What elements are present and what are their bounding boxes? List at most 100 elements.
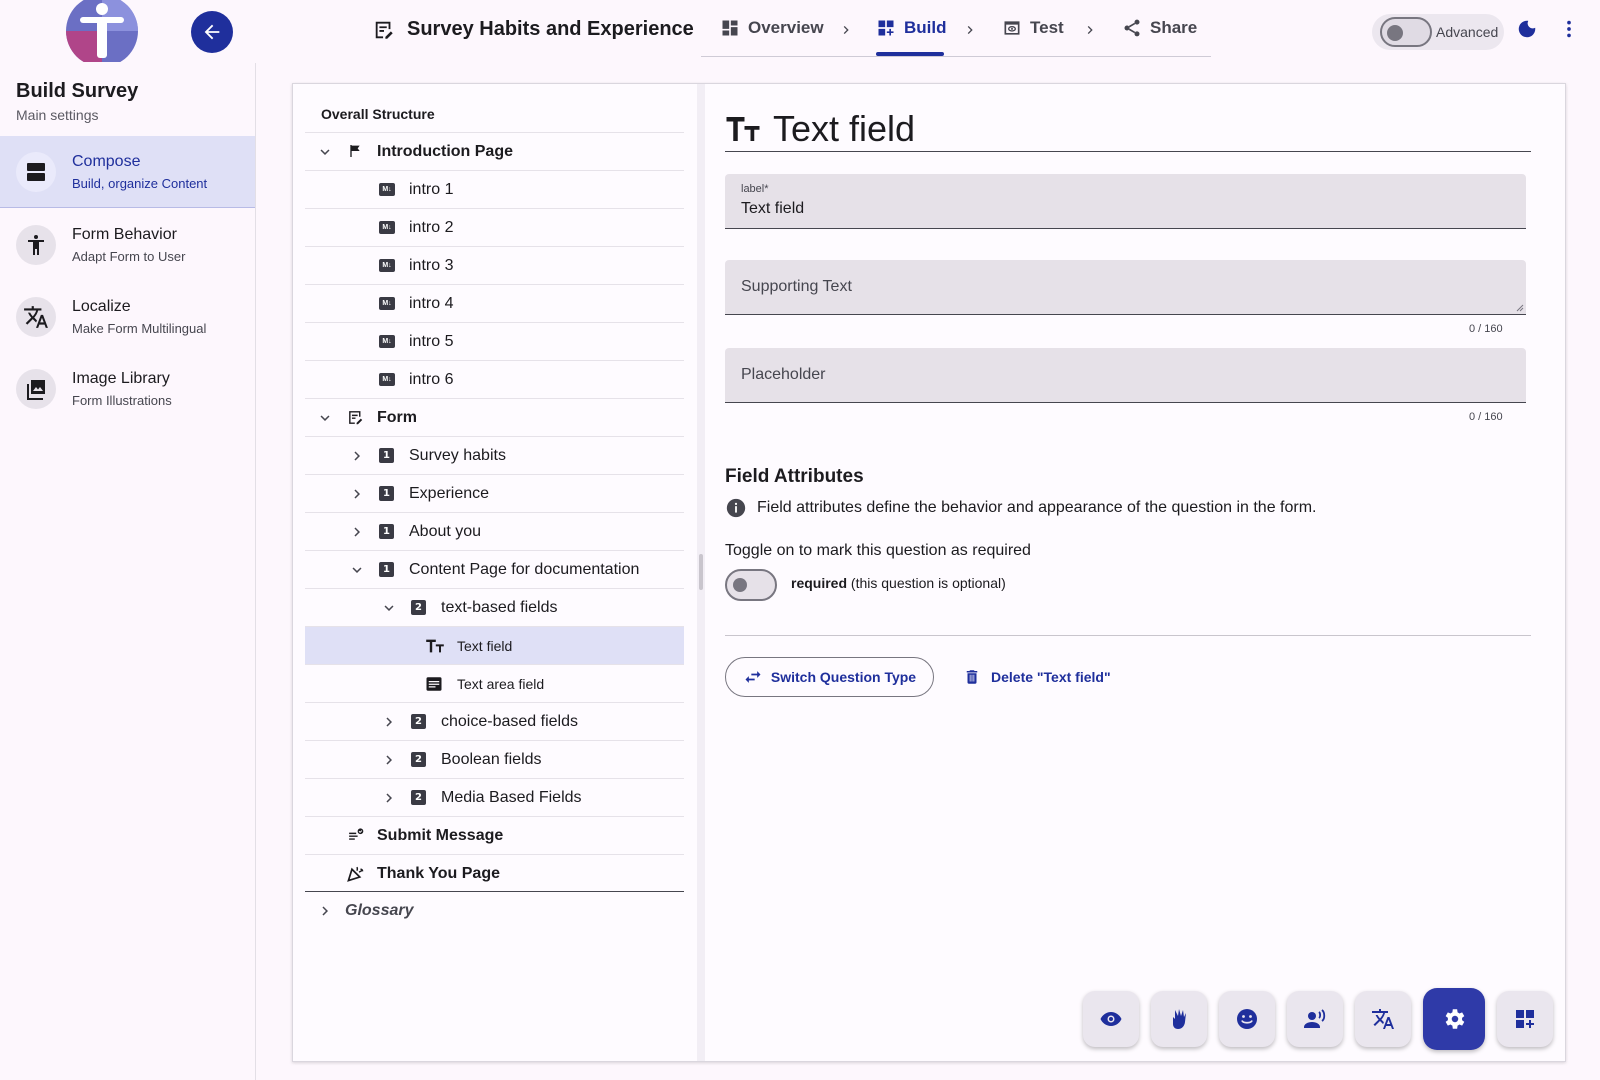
more-vert-icon <box>1561 18 1577 40</box>
placeholder-field-placeholder: Placeholder <box>741 366 826 383</box>
section-number-icon: 2 <box>411 600 426 615</box>
tree-item-about-you[interactable]: 1 About you <box>305 512 684 550</box>
chevron-right-icon <box>962 22 978 38</box>
tree-item-choice-based-fields[interactable]: 2 choice-based fields <box>305 702 684 740</box>
supporting-text-counter: 0 / 160 <box>1469 323 1503 335</box>
tree-item-intro-5[interactable]: M↓ intro 5 <box>305 322 684 360</box>
sidebar-header: Build Survey Main settings <box>16 80 138 123</box>
tree-item-glossary[interactable]: Glossary <box>305 892 684 930</box>
markdown-icon: M↓ <box>379 297 395 310</box>
survey-title-text: Survey Habits and Experience <box>407 18 694 40</box>
section-number-icon: 2 <box>411 752 426 767</box>
arrow-back-icon <box>201 21 223 43</box>
photo-library-icon <box>16 369 56 409</box>
emoji-button[interactable] <box>1219 991 1275 1047</box>
celebration-icon <box>347 865 364 882</box>
tree-item-text-area-field[interactable]: Text area field <box>305 664 684 702</box>
preview-toolbar <box>1083 988 1553 1050</box>
eye-icon <box>1099 1007 1123 1031</box>
step-overview[interactable]: Overview <box>720 18 824 38</box>
step-share[interactable]: Share <box>1122 18 1197 38</box>
page-number-icon: 1 <box>379 562 394 577</box>
step-test[interactable]: Test <box>1002 18 1064 38</box>
preview-button[interactable] <box>1083 991 1139 1047</box>
app-logo <box>64 0 140 62</box>
tree-item-intro-3[interactable]: M↓ intro 3 <box>305 246 684 284</box>
tree-item-content-page[interactable]: 1 Content Page for documentation <box>305 550 684 588</box>
tree-item-intro-1[interactable]: M↓ intro 1 <box>305 170 684 208</box>
placeholder-field[interactable]: Placeholder <box>725 348 1526 403</box>
tree-item-media-based-fields[interactable]: 2 Media Based Fields <box>305 778 684 816</box>
sidebar-item-image-library[interactable]: Image Library Form Illustrations <box>0 353 255 425</box>
markdown-icon: M↓ <box>379 183 395 196</box>
chevron-right-icon[interactable] <box>379 750 399 770</box>
markdown-icon: M↓ <box>379 335 395 348</box>
settings-button[interactable] <box>1423 988 1485 1050</box>
section-number-icon: 2 <box>411 714 426 729</box>
survey-title: Survey Habits and Experience <box>373 18 694 41</box>
translate-button[interactable] <box>1355 991 1411 1047</box>
chevron-right-icon[interactable] <box>347 484 367 504</box>
structure-tree: Overall Structure Introduction Page M↓ i… <box>293 84 697 1061</box>
label-field[interactable]: label* Text field <box>725 174 1526 229</box>
drag-handle[interactable] <box>699 554 703 590</box>
builder-card: Overall Structure Introduction Page M↓ i… <box>292 83 1566 1062</box>
supporting-text-field[interactable]: Supporting Text <box>725 260 1526 315</box>
dashboard-add-icon <box>876 18 896 38</box>
sidebar-item-localize[interactable]: Localize Make Form Multilingual <box>0 281 255 353</box>
chevron-right-icon[interactable] <box>347 522 367 542</box>
add-block-button[interactable] <box>1497 991 1553 1047</box>
accessibility-icon <box>16 225 56 265</box>
label-field-value[interactable]: Text field <box>741 200 804 218</box>
settings-icon <box>1441 1006 1467 1032</box>
back-button[interactable] <box>191 11 233 53</box>
tree-item-survey-habits[interactable]: 1 Survey habits <box>305 436 684 474</box>
tree-item-text-based-fields[interactable]: 2 text-based fields <box>305 588 684 626</box>
resize-handle-icon[interactable] <box>1514 302 1524 312</box>
chevron-right-icon[interactable] <box>347 446 367 466</box>
sidebar-item-form-behavior[interactable]: Form Behavior Adapt Form to User <box>0 209 255 281</box>
question-editor: Text field label* Text field Supporting … <box>705 84 1565 1061</box>
notes-icon <box>425 676 443 692</box>
tree-item-boolean-fields[interactable]: 2 Boolean fields <box>305 740 684 778</box>
swap-horiz-icon <box>743 667 763 687</box>
tree-item-intro-4[interactable]: M↓ intro 4 <box>305 284 684 322</box>
advanced-label: Advanced <box>1436 24 1499 40</box>
placeholder-counter: 0 / 160 <box>1469 411 1503 423</box>
sidebar-item-compose[interactable]: Compose Build, organize Content <box>0 136 255 208</box>
step-build[interactable]: Build <box>876 18 947 38</box>
required-toggle[interactable] <box>725 569 777 601</box>
tree-item-form[interactable]: Form <box>305 398 684 436</box>
tree-item-thank-you-page[interactable]: Thank You Page <box>305 854 684 892</box>
voice-button[interactable] <box>1287 991 1343 1047</box>
translate-icon <box>1371 1007 1395 1031</box>
page-number-icon: 1 <box>379 524 394 539</box>
chevron-right-icon[interactable] <box>315 901 335 921</box>
required-label: required (this question is optional) <box>791 575 1006 591</box>
record-voice-icon <box>1303 1007 1327 1031</box>
chevron-down-icon[interactable] <box>315 142 335 162</box>
chevron-down-icon[interactable] <box>379 598 399 618</box>
more-menu-button[interactable] <box>1561 18 1577 40</box>
tree-item-submit-message[interactable]: Submit Message <box>305 816 684 854</box>
delete-question-button[interactable]: Delete "Text field" <box>953 657 1121 697</box>
markdown-icon: M↓ <box>379 259 395 272</box>
tree-item-introduction-page[interactable]: Introduction Page <box>305 132 684 170</box>
tree-item-intro-2[interactable]: M↓ intro 2 <box>305 208 684 246</box>
chevron-right-icon[interactable] <box>379 788 399 808</box>
tree-item-intro-6[interactable]: M↓ intro 6 <box>305 360 684 398</box>
flag-icon <box>347 143 363 159</box>
sign-language-icon <box>1167 1007 1191 1031</box>
sign-language-button[interactable] <box>1151 991 1207 1047</box>
chevron-down-icon[interactable] <box>347 560 367 580</box>
tree-item-text-field[interactable]: Text field <box>305 626 684 664</box>
chevron-down-icon[interactable] <box>315 408 335 428</box>
advanced-toggle[interactable] <box>1380 17 1432 47</box>
editor-title-text: Text field <box>773 107 916 149</box>
switch-question-type-button[interactable]: Switch Question Type <box>725 657 934 697</box>
chevron-right-icon[interactable] <box>379 712 399 732</box>
dark-mode-button[interactable] <box>1516 18 1538 40</box>
page-number-icon: 1 <box>379 448 394 463</box>
tree-item-experience[interactable]: 1 Experience <box>305 474 684 512</box>
label-field-label: label* <box>741 183 769 195</box>
